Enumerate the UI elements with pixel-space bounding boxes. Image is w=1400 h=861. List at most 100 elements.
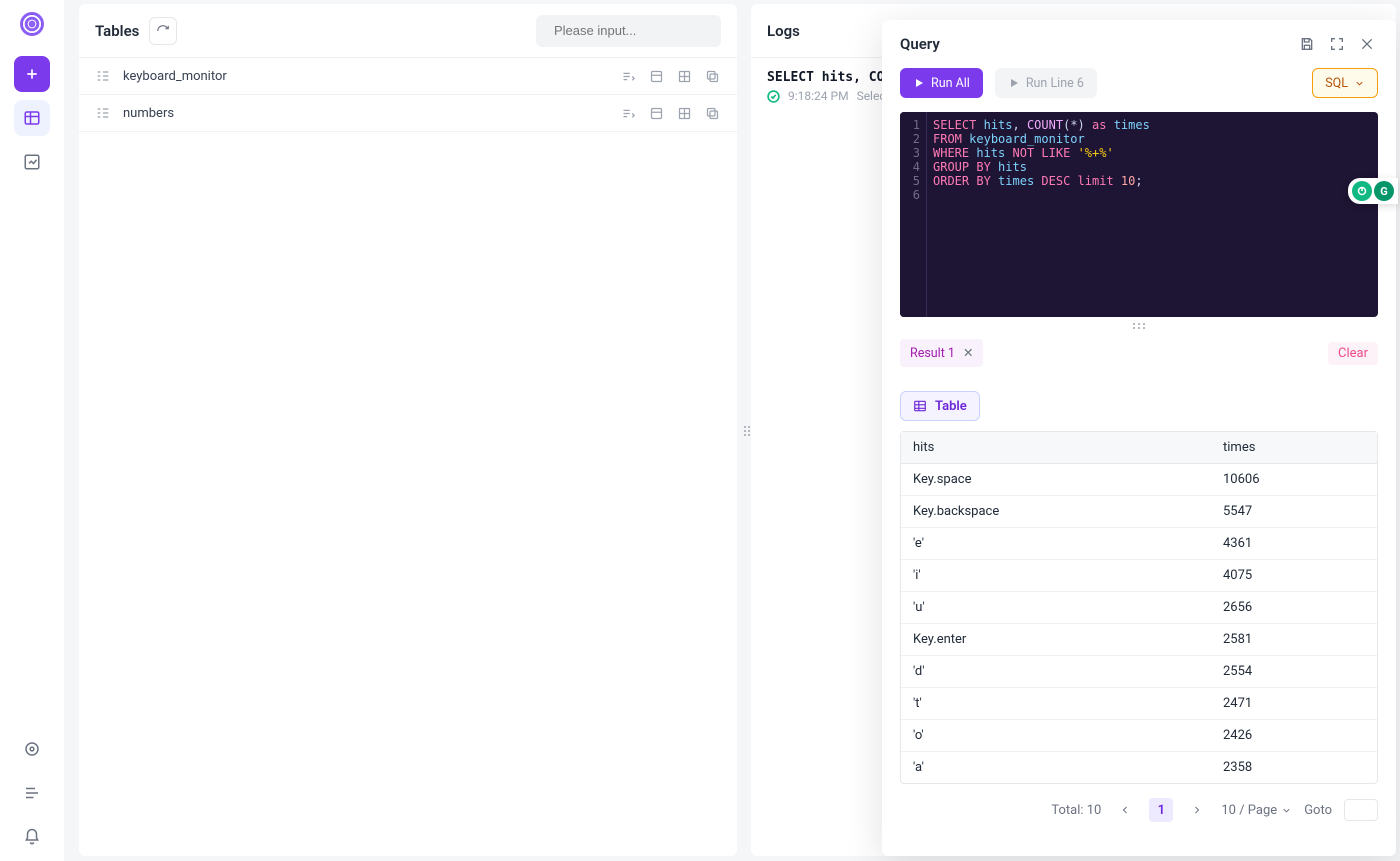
grid-icon[interactable]	[675, 104, 693, 122]
close-icon[interactable]	[1356, 33, 1378, 55]
table-name: numbers	[123, 106, 607, 121]
table-row[interactable]: Key.enter2581	[901, 624, 1377, 656]
column-header[interactable]: hits	[901, 432, 1211, 463]
editor-code[interactable]: SELECT hits, COUNT(*) as timesFROM keybo…	[926, 112, 1378, 317]
column-header[interactable]: times	[1211, 432, 1377, 463]
query-icon[interactable]	[619, 67, 637, 85]
grid-icon[interactable]	[675, 67, 693, 85]
copy-icon[interactable]	[703, 104, 721, 122]
table-row[interactable]: 'e'4361	[901, 528, 1377, 560]
table-icon	[95, 105, 111, 121]
pagination: Total: 10 1 10 / Page Goto	[882, 784, 1396, 822]
result-tab[interactable]: Result 1 ✕	[900, 339, 983, 367]
close-result-icon[interactable]: ✕	[963, 345, 973, 361]
result-tabs: Result 1 ✕ Clear	[882, 333, 1396, 367]
query-header: Query	[882, 20, 1396, 68]
pager-next[interactable]	[1185, 798, 1209, 822]
save-icon[interactable]	[1296, 33, 1318, 55]
lang-select[interactable]: SQL	[1312, 68, 1378, 98]
pager-size-label: 10 / Page	[1221, 803, 1277, 818]
table-row[interactable]: Key.backspace5547	[901, 496, 1377, 528]
tables-search-input[interactable]	[554, 23, 730, 38]
view-mode-label: Table	[935, 399, 967, 414]
result-table-body: Key.space10606Key.backspace5547'e'4361'i…	[901, 464, 1377, 783]
run-line-label: Run Line 6	[1026, 76, 1084, 91]
query-title: Query	[900, 35, 940, 53]
table-row[interactable]: 'i'4075	[901, 560, 1377, 592]
cell-hits: Key.space	[901, 464, 1211, 495]
add-button[interactable]	[14, 56, 50, 92]
grammarly-icon[interactable]	[1352, 181, 1372, 201]
table-row[interactable]: keyboard_monitor	[79, 58, 737, 95]
schema-icon[interactable]	[647, 67, 665, 85]
schema-icon[interactable]	[647, 104, 665, 122]
refresh-button[interactable]	[149, 17, 177, 45]
table-row[interactable]: 't'2471	[901, 688, 1377, 720]
grammarly-icon[interactable]: G	[1374, 181, 1394, 201]
logs-title: Logs	[767, 22, 800, 40]
tables-panel: Tables keyboard_monitor numbers	[79, 4, 737, 856]
copy-icon[interactable]	[703, 67, 721, 85]
cell-hits: 'e'	[901, 528, 1211, 559]
chevron-down-icon	[1354, 78, 1365, 89]
lang-label: SQL	[1325, 76, 1348, 91]
tables-title: Tables	[95, 22, 139, 40]
chevron-down-icon	[1281, 805, 1292, 816]
pager-prev[interactable]	[1113, 798, 1137, 822]
cell-hits: 'a'	[901, 752, 1211, 783]
cell-times: 2554	[1211, 656, 1377, 687]
cell-times: 2581	[1211, 624, 1377, 655]
editor-gutter: 123456	[900, 112, 926, 317]
result-table-head: hits times	[901, 432, 1377, 464]
pager-goto-input[interactable]	[1344, 799, 1378, 821]
table-row[interactable]: numbers	[79, 95, 737, 132]
cell-hits: 't'	[901, 688, 1211, 719]
view-mode-table[interactable]: Table	[900, 391, 980, 421]
query-icon[interactable]	[619, 104, 637, 122]
pager-page[interactable]: 1	[1149, 798, 1173, 822]
pager-goto-label: Goto	[1304, 803, 1332, 818]
table-row[interactable]: 'o'2426	[901, 720, 1377, 752]
table-icon	[913, 399, 927, 413]
cell-times: 10606	[1211, 464, 1377, 495]
cell-hits: Key.backspace	[901, 496, 1211, 527]
table-row[interactable]: 'u'2656	[901, 592, 1377, 624]
table-name: keyboard_monitor	[123, 69, 607, 84]
cell-times: 2426	[1211, 720, 1377, 751]
expand-icon[interactable]	[1326, 33, 1348, 55]
cell-hits: 'd'	[901, 656, 1211, 687]
cell-hits: 'u'	[901, 592, 1211, 623]
cell-times: 4075	[1211, 560, 1377, 591]
cell-times: 2358	[1211, 752, 1377, 783]
table-row[interactable]: Key.space10606	[901, 464, 1377, 496]
sidebar-item-tables[interactable]	[14, 100, 50, 136]
sidebar-item-collapse[interactable]	[14, 775, 50, 811]
run-all-label: Run All	[931, 76, 970, 91]
table-row-actions	[619, 104, 721, 122]
cell-times: 2471	[1211, 688, 1377, 719]
cell-hits: 'o'	[901, 720, 1211, 751]
logs-time: 9:18:24 PM	[788, 89, 849, 103]
sidebar-item-notifications[interactable]	[14, 819, 50, 855]
sidebar-item-dashboards[interactable]	[14, 144, 50, 180]
cell-times: 2656	[1211, 592, 1377, 623]
panel-resize-handle[interactable]	[738, 422, 756, 440]
run-line-button[interactable]: Run Line 6	[995, 68, 1097, 98]
pager-size-select[interactable]: 10 / Page	[1221, 803, 1292, 818]
table-row[interactable]: 'd'2554	[901, 656, 1377, 688]
result-tab-label: Result 1	[910, 346, 955, 361]
table-row-actions	[619, 67, 721, 85]
tables-search[interactable]	[536, 15, 721, 47]
play-icon	[1008, 77, 1020, 89]
check-icon	[767, 90, 780, 103]
sidebar-item-settings[interactable]	[14, 731, 50, 767]
tables-header: Tables	[79, 4, 737, 58]
clear-button[interactable]: Clear	[1328, 342, 1378, 365]
run-all-button[interactable]: Run All	[900, 68, 983, 98]
app-sidebar	[0, 0, 64, 861]
cell-times: 4361	[1211, 528, 1377, 559]
table-row[interactable]: 'a'2358	[901, 752, 1377, 783]
editor-resize-handle[interactable]	[882, 319, 1396, 333]
code-editor[interactable]: 123456 SELECT hits, COUNT(*) as timesFRO…	[900, 112, 1378, 317]
cell-hits: Key.enter	[901, 624, 1211, 655]
